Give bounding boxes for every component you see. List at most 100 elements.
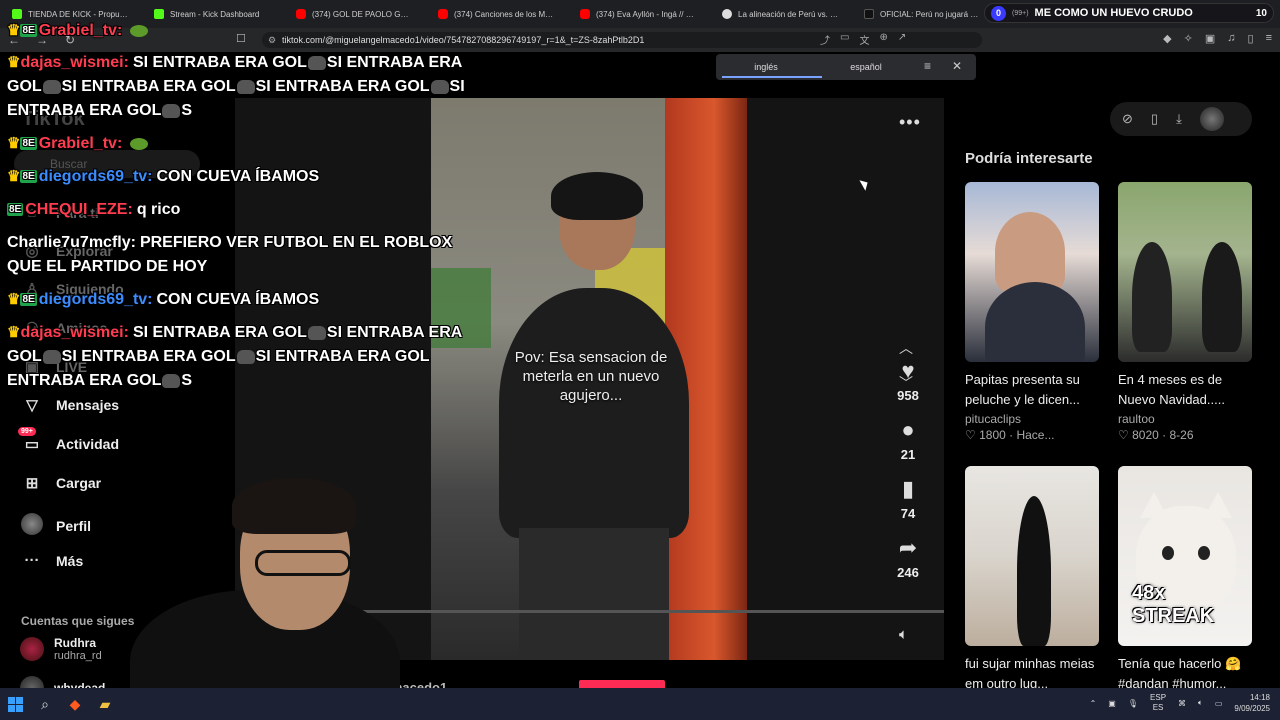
- music-icon[interactable]: ♫: [1227, 32, 1235, 45]
- cat-emote: [236, 79, 255, 94]
- download-icon[interactable]: ⤓: [1176, 111, 1182, 127]
- previous-video-icon[interactable]: ︿: [899, 338, 913, 358]
- chat-message: ♛ 8E Grabiel_tv:: [7, 132, 522, 156]
- share-button[interactable]: ➦ 246: [891, 535, 925, 580]
- sidebar-item-label: Más: [56, 552, 84, 569]
- chat-text: SI ENTRABA ERA: [326, 54, 463, 71]
- chat-text: SI ENTRABA ERA GOL: [132, 54, 307, 71]
- crown-icon: ♛: [7, 135, 21, 152]
- input-language[interactable]: ESP ES: [1150, 693, 1166, 713]
- follow-button[interactable]: [579, 680, 665, 688]
- chat-text: S: [181, 372, 193, 389]
- volume-icon[interactable]: 🔈︎: [899, 626, 908, 643]
- sidebar-item-cargar[interactable]: ⊞ Cargar: [20, 474, 101, 492]
- recommended-video[interactable]: Papitas presenta su peluche y le dicen..…: [965, 182, 1099, 442]
- menu-icon[interactable]: ≡: [1266, 32, 1272, 45]
- more-options-icon[interactable]: •••: [899, 112, 921, 133]
- sidebar-item-label: Perfil: [56, 518, 92, 534]
- translate-menu-icon[interactable]: ≡: [924, 59, 931, 73]
- search-icon[interactable]: ⌕: [30, 688, 60, 720]
- more-icon: ···: [24, 552, 40, 569]
- chat-text: SI ENTRABA ERA GOL: [255, 348, 430, 365]
- battery-icon[interactable]: ▭: [1215, 699, 1223, 708]
- clock[interactable]: 14:18 9/09/2025: [1234, 692, 1270, 714]
- translate-icon[interactable]: 文: [859, 32, 869, 47]
- puzzle-icon[interactable]: ✧: [1184, 32, 1193, 45]
- card-user: raultoo: [1118, 412, 1155, 426]
- chat-username: Grabiel_tv:: [38, 135, 123, 152]
- card-likes: 1800: [979, 428, 1006, 442]
- send-icon[interactable]: ↗: [898, 32, 906, 47]
- browser-tab[interactable]: (374) Eva Ayllón - Ingá // Letra: [568, 0, 710, 28]
- recommended-video[interactable]: En 4 meses es de Nuevo Navidad..... raul…: [1118, 182, 1252, 442]
- chat-text: SI ENTRABA ERA GOL: [255, 78, 430, 95]
- microphone-icon[interactable]: 🎙︎: [1128, 699, 1138, 708]
- tab-label: TIENDA DE KICK - Propuesta: [28, 9, 130, 19]
- cat-emote: [162, 103, 181, 118]
- save-button[interactable]: ▮ 74: [891, 476, 925, 521]
- comment-button[interactable]: ● 21: [891, 417, 925, 462]
- sidebar-item-label: Cargar: [56, 475, 102, 491]
- screen-icon[interactable]: ▭: [840, 32, 849, 47]
- folder-icon[interactable]: ▰: [90, 688, 120, 720]
- windows-start-icon[interactable]: [0, 688, 30, 720]
- zoom-icon[interactable]: ⊕: [879, 32, 887, 47]
- following-section-title: Cuentas que sigues: [21, 614, 135, 628]
- card-likes: 8020: [1132, 428, 1159, 442]
- avatar-icon: [20, 513, 44, 539]
- extension-icon[interactable]: ◆: [1163, 32, 1171, 45]
- card-title: En 4 meses es de Nuevo Navidad.....: [1118, 372, 1225, 407]
- browser-tab[interactable]: La alineación de Perú vs. Parag: [710, 0, 852, 28]
- sidebar-item-mas[interactable]: ··· Más: [20, 552, 84, 569]
- heart-icon: ♥: [901, 358, 915, 383]
- sidebar-item-mensajes[interactable]: ▽ Mensajes: [20, 396, 119, 414]
- sidebar-item-actividad[interactable]: ▭ 99+ Actividad: [18, 427, 120, 453]
- translate-target-lang[interactable]: español: [816, 54, 916, 80]
- recommended-video[interactable]: 48x STREAK Tenía que hacerlo 🤗 #dandan #…: [1118, 466, 1252, 694]
- coins-icon[interactable]: ⊘: [1122, 111, 1133, 127]
- thumbnail-figure: [1017, 496, 1051, 646]
- close-icon[interactable]: ✕: [952, 59, 962, 73]
- wallet-icon[interactable]: ▣: [1205, 32, 1215, 45]
- send-icon: ▽: [26, 397, 38, 414]
- clock-date: 9/09/2025: [1234, 704, 1270, 713]
- like-button[interactable]: ♥ 958: [891, 358, 925, 403]
- glasses: [255, 550, 351, 576]
- youtube-icon: [438, 9, 448, 19]
- brave-browser-icon[interactable]: ◆: [60, 688, 90, 720]
- chat-message: Charlie7u7mcfly: PREFIERO VER FUTBOL EN E…: [7, 231, 522, 279]
- following-account[interactable]: Rudhra rudhra_rd: [20, 636, 102, 662]
- share-icon[interactable]: ⤴: [820, 32, 830, 47]
- comment-count: 21: [900, 447, 916, 462]
- video-thumbnail: 48x STREAK: [1118, 466, 1252, 646]
- card-date: 8-26: [1169, 428, 1194, 442]
- crown-icon: ♛: [7, 22, 21, 39]
- chat-username: diegords69_tv:: [38, 168, 153, 185]
- translate-source-lang[interactable]: inglés: [716, 54, 822, 80]
- tray-app-icon[interactable]: ▣: [1108, 699, 1116, 708]
- volume-icon[interactable]: 🔈︎: [1198, 698, 1203, 708]
- network-icon[interactable]: ⌘: [1178, 699, 1186, 708]
- chat-text: QUE EL PARTIDO DE HOY: [7, 258, 208, 275]
- recommended-video[interactable]: fui sujar minhas meias em outro lug...: [965, 466, 1099, 694]
- notification-count: (99+): [1012, 9, 1029, 17]
- browser-tab[interactable]: OFICIAL: Perú no jugará el M: [852, 0, 994, 28]
- sidebar-icon[interactable]: ▯: [1248, 32, 1254, 45]
- profile-avatar[interactable]: [1199, 107, 1224, 131]
- card-user: pitucaclips: [965, 412, 1022, 426]
- sidebar-item-label: Actividad: [56, 436, 120, 452]
- cat-emote: [42, 79, 61, 94]
- tab-label: (374) GOL DE PAOLO GUERRER: [312, 9, 414, 19]
- chat-username: dajas_wismei:: [20, 324, 129, 341]
- stream-widget: 0 (99+) ME COMO UN HUEVO CRUDO 10: [984, 3, 1274, 23]
- tab-label: (374) Canciones de los Mundia: [454, 9, 556, 19]
- chevron-up-icon[interactable]: ⌃: [1090, 699, 1097, 708]
- streak-overlay: 48x STREAK: [1132, 582, 1215, 627]
- sidebar-item-perfil[interactable]: Perfil: [20, 513, 91, 539]
- chat-text: PREFIERO VER FUTBOL EN EL ROBLOX: [139, 234, 453, 251]
- device-icon[interactable]: ▯: [1151, 111, 1158, 127]
- cat-ear: [1140, 492, 1168, 518]
- tab-label: La alineación de Perú vs. Parag: [738, 9, 840, 19]
- frog-emote: [130, 137, 149, 150]
- thumbnail-figure: [985, 282, 1085, 362]
